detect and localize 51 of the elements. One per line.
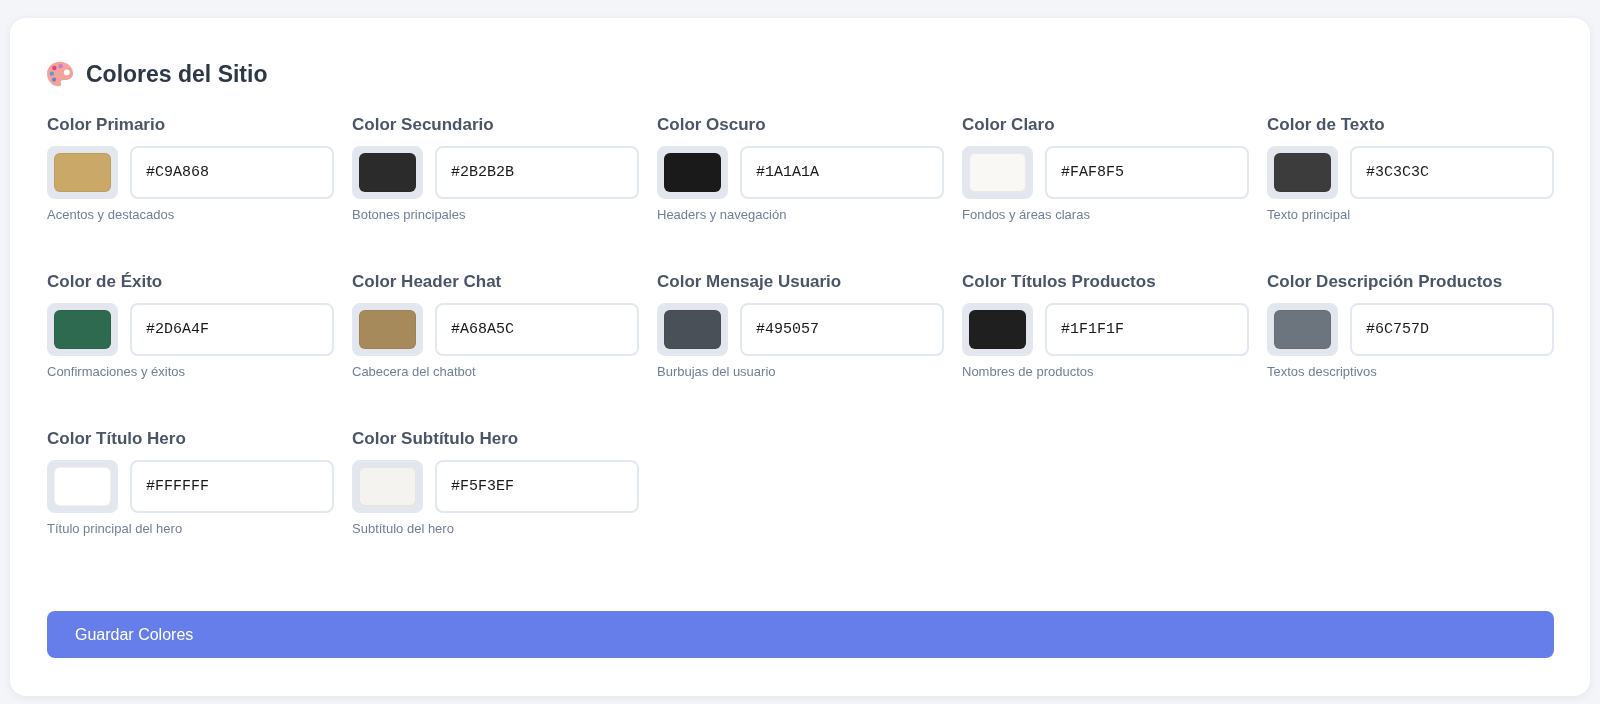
color-hint: Fondos y áreas claras (962, 207, 1091, 223)
hex-input[interactable]: #3C3C3C (1350, 146, 1554, 199)
color-picker-button[interactable] (352, 146, 423, 199)
color-picker-button[interactable] (352, 460, 423, 513)
hex-input[interactable]: #1F1F1F (1045, 303, 1249, 356)
save-colors-button[interactable]: Guardar Colores (47, 611, 1554, 658)
color-label: Color Header Chat (352, 271, 503, 293)
palette-icon (47, 61, 73, 87)
color-hint: Textos descriptivos (1267, 364, 1378, 380)
color-picker-button[interactable] (962, 146, 1033, 199)
color-label: Color Mensaje Usuario (657, 271, 843, 293)
hex-input[interactable]: #495057 (740, 303, 944, 356)
color-label: Color Claro (962, 114, 1056, 136)
color-label: Color Primario (47, 114, 167, 136)
hex-input[interactable]: #FFFFFF (130, 460, 334, 513)
color-label: Color de Éxito (47, 271, 164, 293)
color-picker-button[interactable] (1267, 146, 1338, 199)
color-hint: Título principal del hero (47, 521, 184, 537)
color-label: Color Subtítulo Hero (352, 428, 520, 450)
color-label: Color Secundario (352, 114, 495, 136)
section-title: Colores del Sitio (86, 60, 268, 89)
color-picker-button[interactable] (1267, 303, 1338, 356)
hex-input[interactable]: #FAF8F5 (1045, 146, 1249, 199)
color-picker-button[interactable] (47, 303, 118, 356)
color-hint: Confirmaciones y éxitos (47, 364, 186, 380)
color-hint: Cabecera del chatbot (352, 364, 477, 380)
hex-input[interactable]: #2B2B2B (435, 146, 639, 199)
color-hint: Botones principales (352, 207, 467, 223)
color-hint: Headers y navegación (657, 207, 788, 223)
color-label: Color Oscuro (657, 114, 767, 136)
hex-input[interactable]: #F5F3EF (435, 460, 639, 513)
hex-input[interactable]: #2D6A4F (130, 303, 334, 356)
hex-input[interactable]: #C9A868 (130, 146, 334, 199)
color-hint: Nombres de productos (962, 364, 1095, 380)
color-hint: Texto principal (1267, 207, 1352, 223)
color-label: Color Título Hero (47, 428, 187, 450)
color-hint: Subtítulo del hero (352, 521, 455, 537)
color-label: Color Descripción Productos (1267, 271, 1504, 293)
color-label: Color de Texto (1267, 114, 1386, 136)
color-picker-button[interactable] (47, 460, 118, 513)
color-picker-button[interactable] (47, 146, 118, 199)
color-hint: Acentos y destacados (47, 207, 176, 223)
hex-input[interactable]: #A68A5C (435, 303, 639, 356)
color-hint: Burbujas del usuario (657, 364, 777, 380)
hex-input[interactable]: #1A1A1A (740, 146, 944, 199)
color-label: Color Títulos Productos (962, 271, 1157, 293)
color-picker-button[interactable] (962, 303, 1033, 356)
color-picker-button[interactable] (657, 146, 728, 199)
color-picker-button[interactable] (657, 303, 728, 356)
hex-input[interactable]: #6C757D (1350, 303, 1554, 356)
color-picker-button[interactable] (352, 303, 423, 356)
